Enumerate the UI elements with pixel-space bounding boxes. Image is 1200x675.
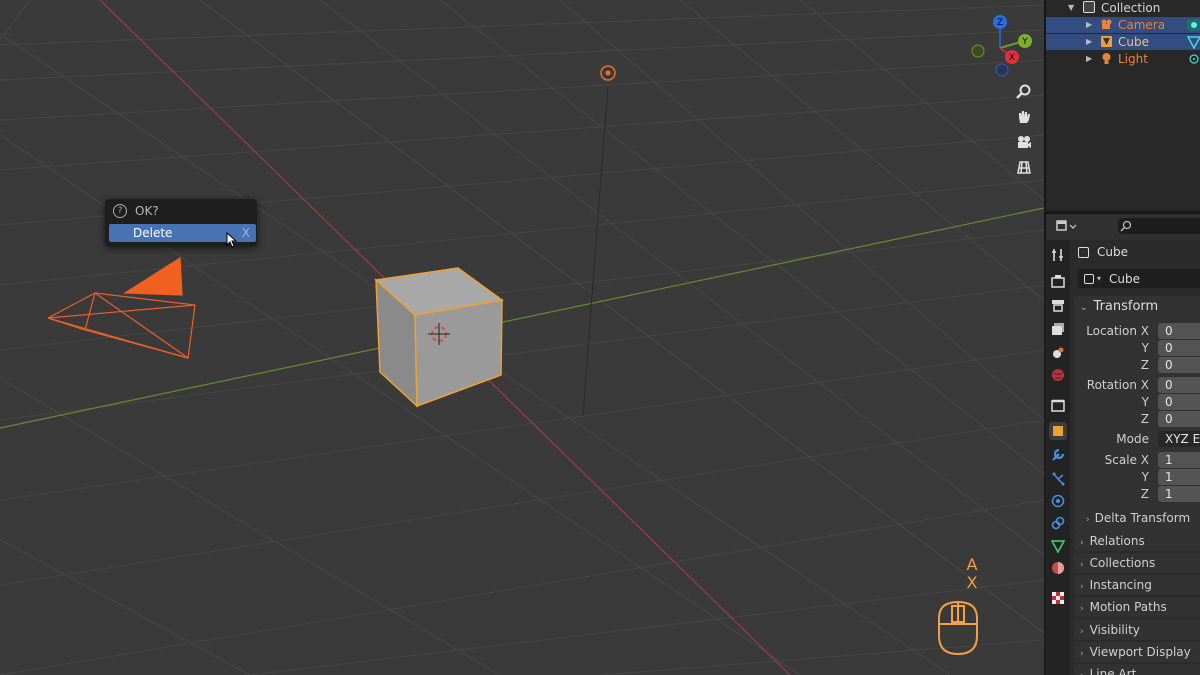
mesh-data-icon[interactable] [1186,35,1200,49]
instancing-panel[interactable]: › Instancing [1074,575,1200,595]
zoom-icon[interactable] [1012,80,1036,104]
viewport-scene [0,0,1044,675]
light-data-icon[interactable] [1186,52,1200,66]
properties-tab-bar [1046,240,1070,675]
expand-triangle-icon[interactable]: ▶ [1086,17,1092,33]
collections-panel[interactable]: › Collections [1074,553,1200,573]
properties-search-input[interactable] [1118,218,1200,234]
gizmo-x-label: X [1009,53,1015,63]
object-tab-icon[interactable] [1049,422,1067,440]
modifier-tab-icon[interactable] [1049,446,1067,464]
collapse-triangle-icon[interactable]: ▼ [1068,0,1074,16]
chevron-right-icon: › [1086,515,1090,525]
outliner-row-camera[interactable]: ▶ Camera [1046,17,1200,33]
collection-tab-icon[interactable] [1049,396,1067,414]
chevron-right-icon: › [1080,538,1084,548]
gizmo-y-label: Y [1021,37,1028,47]
view-layer-tab-icon[interactable] [1049,320,1067,338]
world-tab-icon[interactable] [1049,366,1067,384]
location-x-row: Location X 0 [1074,323,1200,339]
scale-y-row: Y 1 [1074,469,1200,485]
viewport-navigation-tools [1012,80,1036,180]
particles-tab-icon[interactable] [1049,470,1067,488]
tool-tab-icon[interactable] [1049,246,1067,264]
scale-x-row: Scale X 1 [1074,452,1200,468]
transform-panel-header[interactable]: ⌄ Transform [1074,296,1200,318]
chevron-right-icon: › [1080,627,1084,637]
location-z-field[interactable]: 0 [1158,357,1200,373]
rotation-x-field[interactable]: 0 [1158,377,1200,393]
outliner-row-light[interactable]: ▶ Light [1046,51,1200,67]
gizmo-z-label: Z [997,18,1003,28]
3d-viewport[interactable]: ? OK? Delete X Z Y X A X [0,0,1044,675]
rotation-x-row: Rotation X 0 [1074,377,1200,393]
material-tab-icon[interactable] [1049,559,1067,577]
chevron-right-icon: › [1080,649,1084,659]
search-icon [1120,220,1132,232]
object-data-tab-icon[interactable] [1049,537,1067,555]
scale-x-field[interactable]: 1 [1158,452,1200,468]
transform-panel: ⌄ Transform Location X 0 Y 0 Z 0 Rotation… [1074,296,1200,531]
camera-view-icon[interactable] [1012,130,1036,154]
chevron-down-icon: ⌄ [1080,303,1088,313]
relations-panel[interactable]: › Relations [1074,531,1200,551]
expand-triangle-icon[interactable]: ▶ [1086,51,1092,67]
chevron-down-icon: ▾ [1097,274,1102,283]
scale-z-field[interactable]: 1 [1158,486,1200,502]
output-tab-icon[interactable] [1049,296,1067,314]
delta-transform-subpanel[interactable]: › Delta Transform [1086,508,1200,528]
render-tab-icon[interactable] [1049,272,1067,290]
constraints-tab-icon[interactable] [1049,514,1067,532]
object-icon [1084,273,1094,284]
scene-tab-icon[interactable] [1049,344,1067,362]
popup-title: ? OK? [113,203,159,219]
hand-pan-icon[interactable] [1012,105,1036,129]
physics-tab-icon[interactable] [1049,492,1067,510]
chevron-right-icon: › [1080,560,1084,570]
light-object-icon [1102,53,1111,64]
location-z-row: Z 0 [1074,357,1200,373]
properties-header [1044,212,1200,240]
camera-object-icon [1101,19,1112,29]
scale-y-field[interactable]: 1 [1158,469,1200,485]
chevron-right-icon: › [1080,582,1084,592]
line-art-panel[interactable]: ›Line Art [1074,664,1200,675]
location-y-field[interactable]: 0 [1158,340,1200,356]
chevron-right-icon: › [1080,604,1084,614]
object-properties-panel: Cube ▾ Cube ⌄ Transform Location X 0 Y 0 … [1070,240,1200,675]
outliner-row-collection[interactable]: ▼ Collection [1046,0,1200,16]
question-icon: ? [113,204,127,218]
mouse-input-icon [938,600,978,656]
chevron-right-icon: › [1080,671,1084,675]
rotation-z-field[interactable]: 0 [1158,411,1200,427]
navigation-gizmo[interactable]: Z Y X [966,14,1036,80]
mesh-object-icon [1101,36,1112,47]
outliner-panel: ▼ Collection ▶ Camera ▶ Cube ▶ Light [1044,0,1200,210]
rotation-mode-row: Mode XYZ Eu [1074,431,1200,447]
object-icon [1078,246,1089,258]
camera-data-icon[interactable] [1186,18,1200,32]
rotation-mode-dropdown[interactable]: XYZ Eu [1158,431,1200,447]
rotation-z-row: Z 0 [1074,411,1200,427]
collection-icon [1083,1,1095,13]
visibility-panel[interactable]: › Visibility [1074,620,1200,640]
viewport-display-panel[interactable]: › Viewport Display [1074,642,1200,662]
grid-ortho-icon[interactable] [1012,155,1036,179]
mouse-cursor-icon [226,232,238,248]
rotation-y-field[interactable]: 0 [1158,394,1200,410]
outliner-row-cube[interactable]: ▶ Cube [1046,34,1200,50]
location-x-field[interactable]: 0 [1158,323,1200,339]
editor-type-dropdown[interactable] [1056,219,1078,233]
scale-z-row: Z 1 [1074,486,1200,502]
object-name-field[interactable]: ▾ Cube [1078,269,1200,288]
context-breadcrumb: Cube [1078,244,1128,260]
motion-paths-panel[interactable]: › Motion Paths [1074,597,1200,617]
location-y-row: Y 0 [1074,340,1200,356]
key-hint-display: A X [966,555,978,592]
texture-tab-icon[interactable] [1049,589,1067,607]
expand-triangle-icon[interactable]: ▶ [1086,34,1092,50]
rotation-y-row: Y 0 [1074,394,1200,410]
